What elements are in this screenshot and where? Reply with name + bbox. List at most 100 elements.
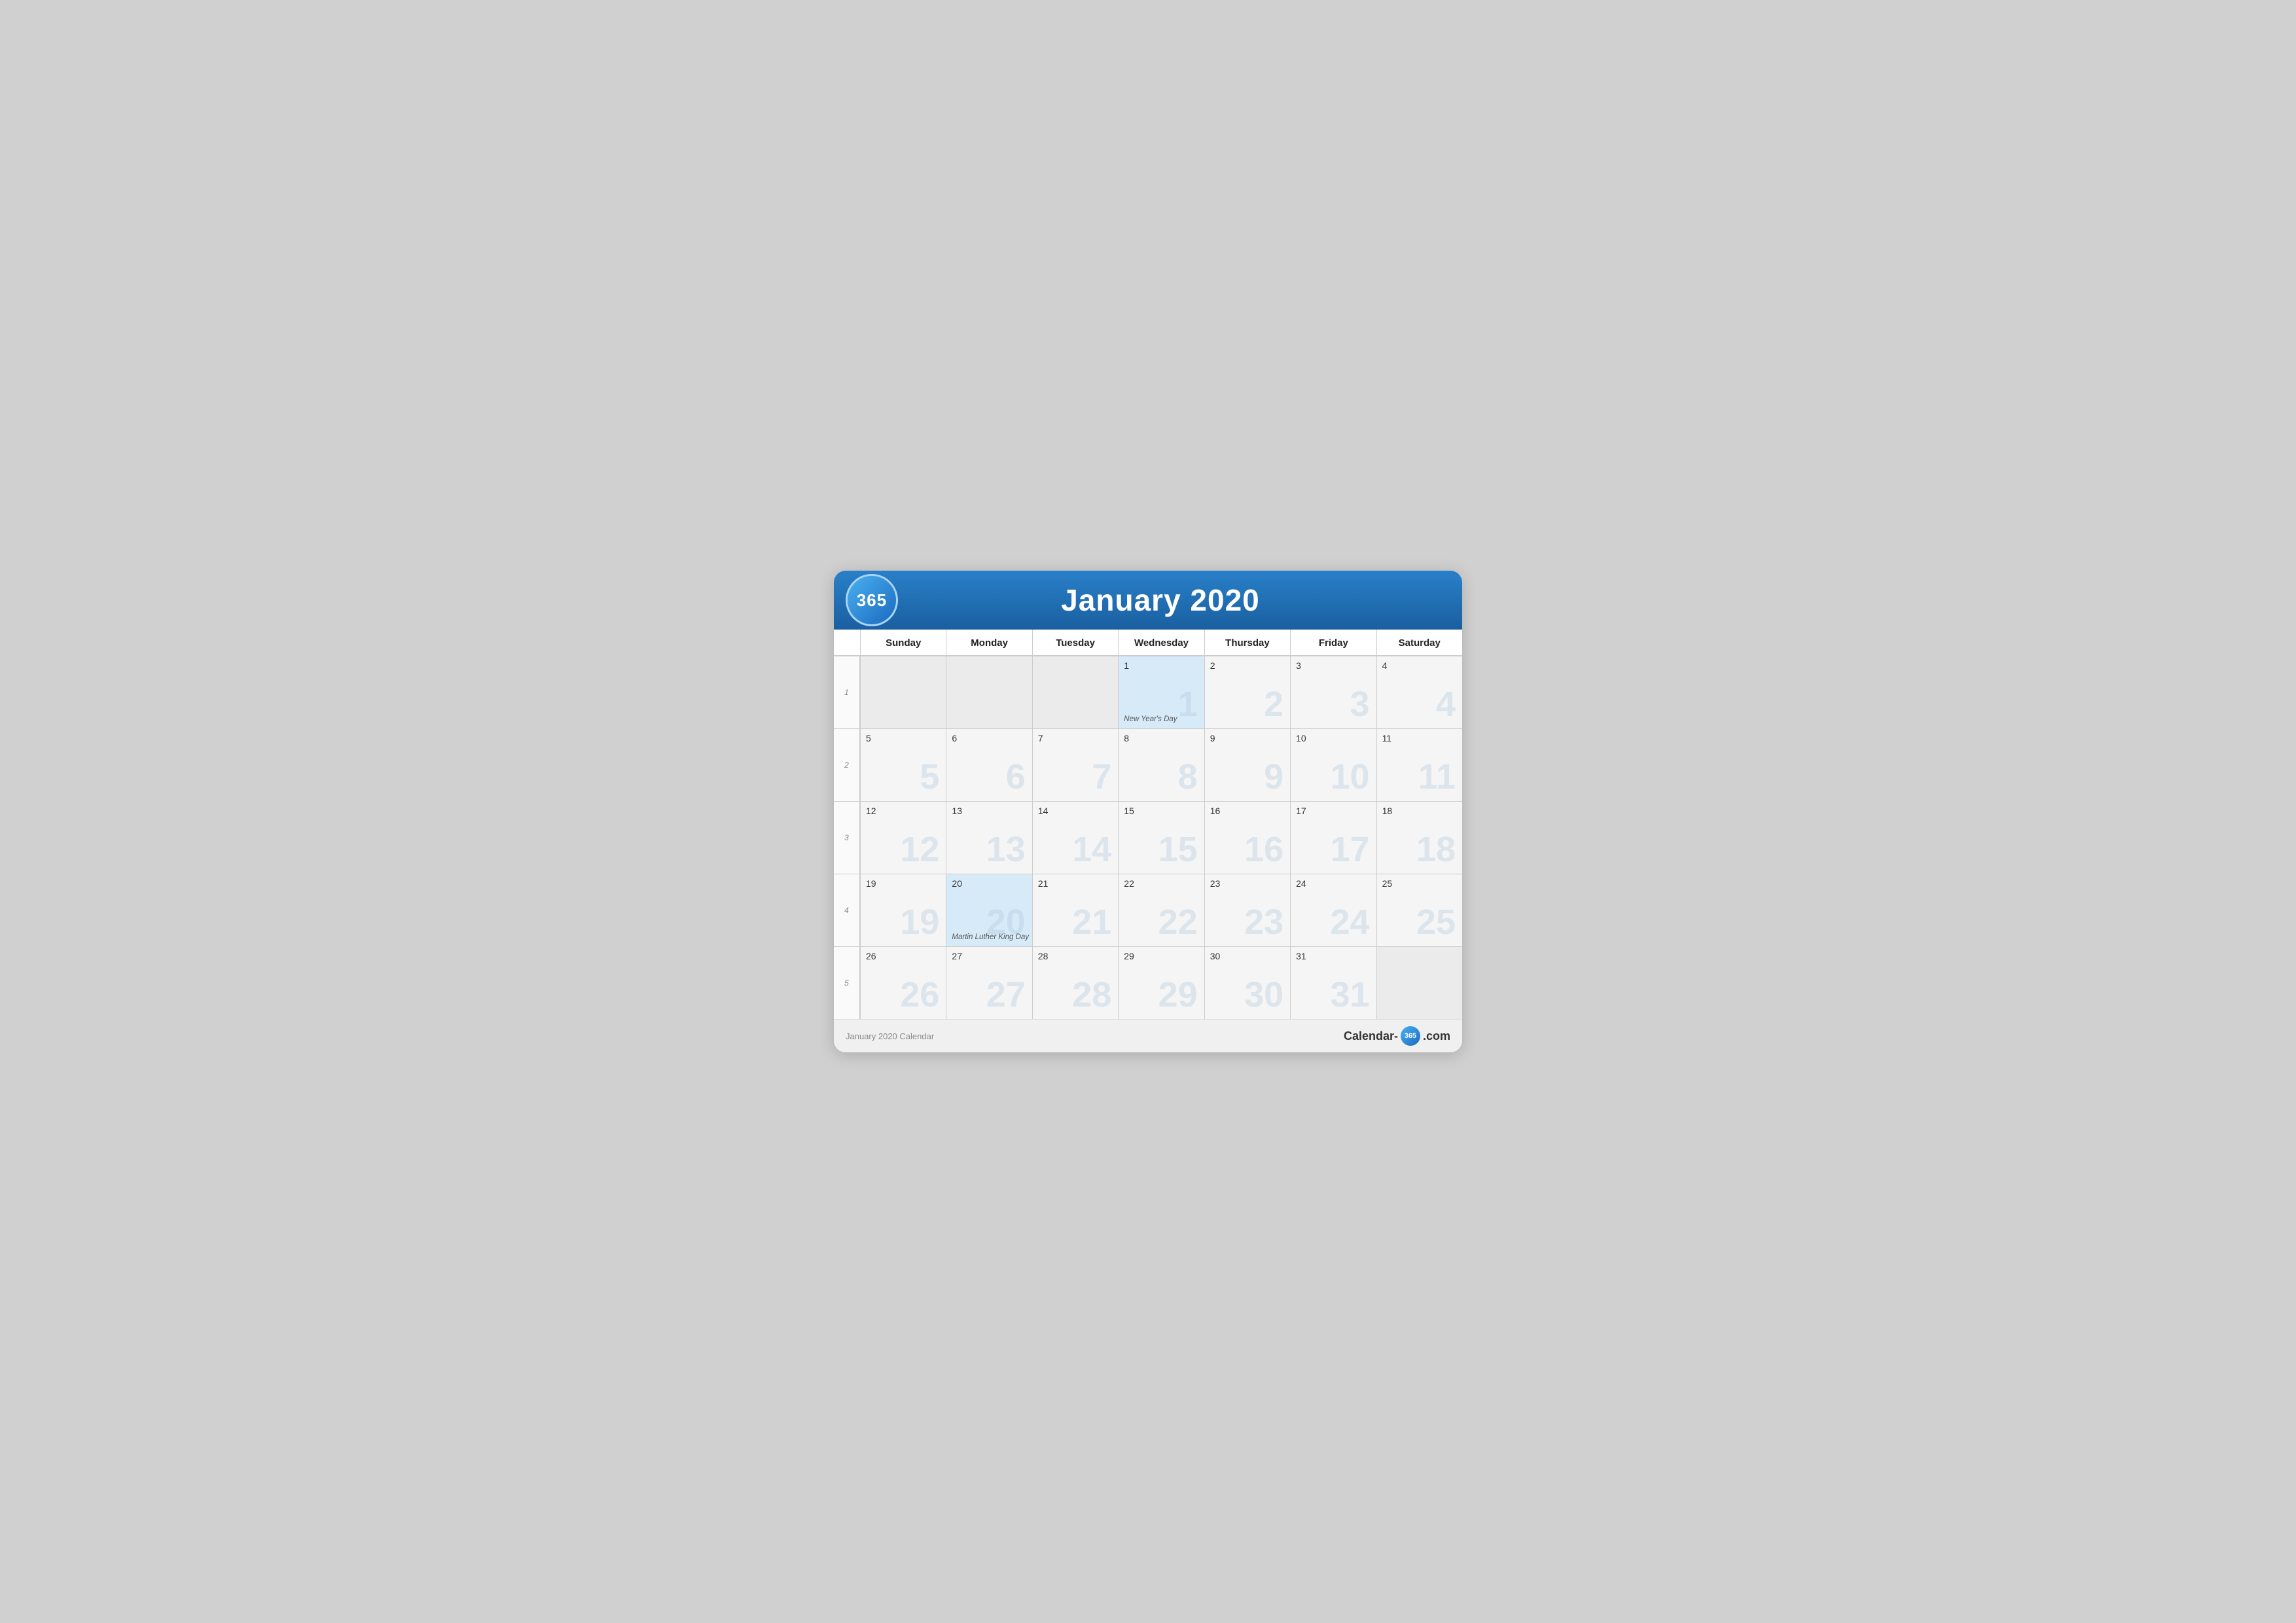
calendar-day-cell	[860, 656, 946, 728]
day-number: 10	[1296, 733, 1371, 743]
calendar-week-row: 111New Year's Day223344	[834, 656, 1462, 728]
day-number: 23	[1210, 878, 1285, 889]
logo-badge: 365	[846, 574, 898, 626]
day-watermark: 22	[1158, 904, 1198, 940]
logo-text: 365	[857, 590, 887, 611]
calendar-day-cell: 22 22	[1118, 874, 1204, 946]
day-watermark: 24	[1330, 904, 1369, 940]
days-of-week-header: Sunday Monday Tuesday Wednesday Thursday…	[834, 630, 1462, 656]
day-number: 24	[1296, 878, 1371, 889]
calendar-day-cell: 24 24	[1290, 874, 1376, 946]
day-watermark: 2	[1264, 687, 1283, 722]
day-number: 8	[1124, 733, 1198, 743]
day-watermark: 17	[1330, 832, 1369, 867]
day-number: 12	[866, 806, 941, 816]
day-watermark: 14	[1072, 832, 1111, 867]
calendar-day-cell: 2121	[1032, 874, 1118, 946]
calendar-title: January 2020	[898, 582, 1423, 618]
holiday-label: Martin Luther King Day	[952, 933, 1029, 941]
day-number: 21	[1038, 878, 1113, 889]
day-number: 27	[952, 951, 1026, 961]
calendar-week-row: 419192020Martin Luther King Day212122222…	[834, 874, 1462, 946]
day-watermark: 23	[1244, 904, 1283, 940]
calendar-day-cell: 55	[860, 729, 946, 801]
day-number: 17	[1296, 806, 1371, 816]
footer-left-text: January 2020 Calendar	[846, 1031, 934, 1041]
calendar-day-cell: 1616	[1204, 802, 1290, 874]
day-number: 28	[1038, 951, 1113, 961]
day-watermark: 12	[900, 832, 939, 867]
day-number: 26	[866, 951, 941, 961]
day-number: 22	[1124, 878, 1198, 889]
footer-brand-suffix: .com	[1423, 1029, 1450, 1043]
day-watermark: 18	[1416, 832, 1456, 867]
day-number: 4	[1382, 660, 1457, 671]
day-watermark: 26	[900, 977, 939, 1012]
day-header-tuesday: Tuesday	[1032, 630, 1118, 655]
day-number: 1	[1124, 660, 1198, 671]
day-watermark: 25	[1416, 904, 1456, 940]
week-number: 4	[834, 874, 860, 946]
calendar-day-cell: 1818	[1376, 802, 1462, 874]
calendar-day-cell: 2727	[946, 947, 1031, 1019]
calendar-week-row: 2556677889910101111	[834, 728, 1462, 801]
calendar-day-cell: 2828	[1032, 947, 1118, 1019]
footer-365-text: 365	[1405, 1032, 1416, 1040]
day-watermark: 13	[986, 832, 1026, 867]
calendar-day-cell: 1717	[1290, 802, 1376, 874]
day-header-saturday: Saturday	[1376, 630, 1462, 655]
day-number: 3	[1296, 660, 1371, 671]
day-watermark: 10	[1330, 759, 1369, 794]
day-number: 13	[952, 806, 1026, 816]
calendar-day-cell: 33	[1290, 656, 1376, 728]
calendar-day-cell: 2020Martin Luther King Day	[946, 874, 1031, 946]
day-watermark: 29	[1158, 977, 1198, 1012]
day-number: 30	[1210, 951, 1285, 961]
footer-brand: Calendar- 365 .com	[1344, 1026, 1450, 1046]
calendar-day-cell: 77	[1032, 729, 1118, 801]
calendar-day-cell: 22	[1204, 656, 1290, 728]
day-number: 29	[1124, 951, 1198, 961]
day-number: 16	[1210, 806, 1285, 816]
calendar-week-row: 5262627272828292930303131	[834, 946, 1462, 1019]
week-number: 1	[834, 656, 860, 728]
day-watermark: 1	[1178, 687, 1198, 722]
day-watermark: 19	[900, 904, 939, 940]
day-watermark: 8	[1178, 759, 1198, 794]
day-number: 15	[1124, 806, 1198, 816]
calendar-day-cell: 66	[946, 729, 1031, 801]
day-watermark: 3	[1350, 687, 1370, 722]
calendar-week-row: 31212131314141515161617171818	[834, 801, 1462, 874]
day-number: 25	[1382, 878, 1457, 889]
calendar-day-cell: 30 30	[1204, 947, 1290, 1019]
day-watermark: 4	[1436, 687, 1456, 722]
calendar-footer: January 2020 Calendar Calendar- 365 .com	[834, 1019, 1462, 1052]
day-number: 7	[1038, 733, 1113, 743]
day-number: 2	[1210, 660, 1285, 671]
day-watermark: 16	[1244, 832, 1283, 867]
week-num-header-empty	[834, 630, 860, 655]
calendar-day-cell: 14 14	[1032, 802, 1118, 874]
day-watermark: 30	[1244, 977, 1283, 1012]
day-watermark: 15	[1158, 832, 1198, 867]
calendar-day-cell: 3131	[1290, 947, 1376, 1019]
day-header-monday: Monday	[946, 630, 1031, 655]
calendar-day-cell: 26 26	[860, 947, 946, 1019]
calendar-day-cell: 12 12	[860, 802, 946, 874]
day-header-thursday: Thursday	[1204, 630, 1290, 655]
day-number: 14	[1038, 806, 1113, 816]
day-watermark: 6	[1006, 759, 1026, 794]
day-number: 20	[952, 878, 1026, 889]
calendar-day-cell: 29 29	[1118, 947, 1204, 1019]
calendar-day-cell: 23 23	[1204, 874, 1290, 946]
calendar-day-cell: 13 13	[946, 802, 1031, 874]
day-header-sunday: Sunday	[860, 630, 946, 655]
day-header-wednesday: Wednesday	[1118, 630, 1204, 655]
day-watermark: 5	[920, 759, 939, 794]
calendar-day-cell: 1515	[1118, 802, 1204, 874]
footer-365-badge: 365	[1401, 1026, 1420, 1046]
calendar-day-cell	[1032, 656, 1118, 728]
calendar-day-cell: 25 25	[1376, 874, 1462, 946]
day-number: 6	[952, 733, 1026, 743]
day-watermark: 7	[1092, 759, 1111, 794]
